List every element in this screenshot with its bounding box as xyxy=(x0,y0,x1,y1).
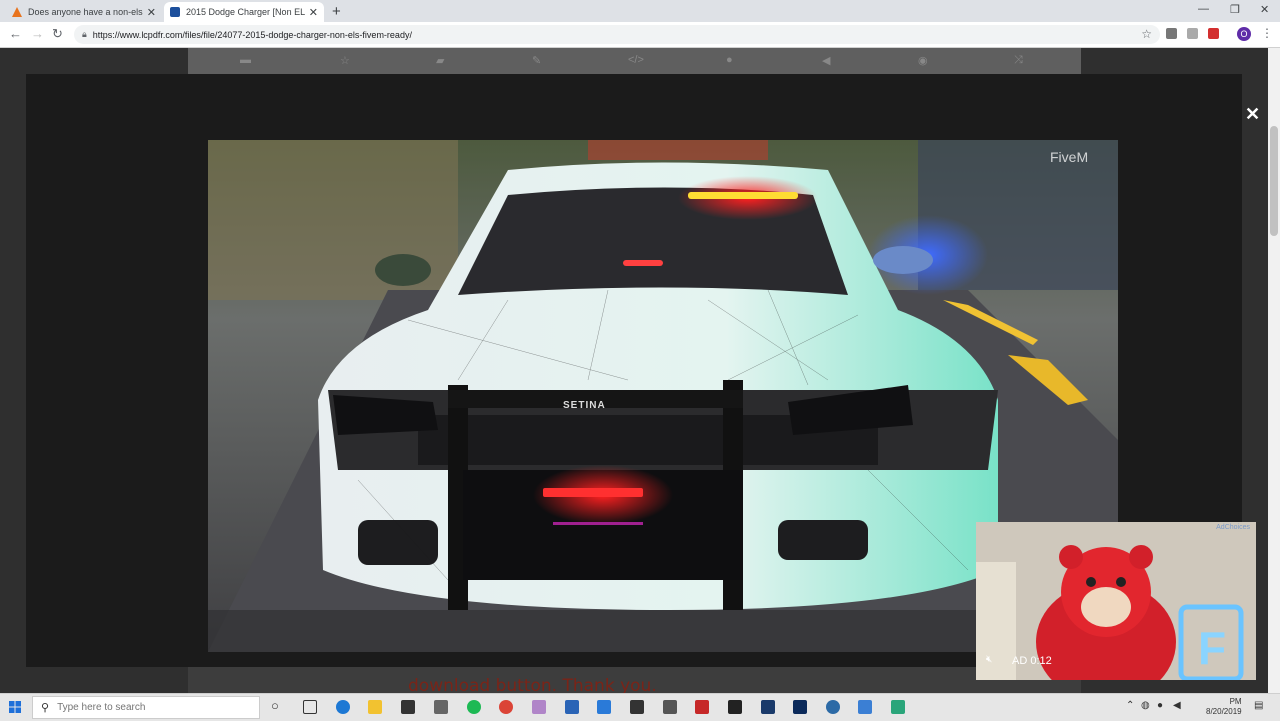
code-icon[interactable]: </> xyxy=(628,54,644,66)
tab-strip: Does anyone have a non-els pac ✕ 2015 Do… xyxy=(0,0,1280,22)
app-icon[interactable] xyxy=(891,700,905,714)
network-icon[interactable]: ◍ xyxy=(1141,700,1150,711)
app-icon[interactable] xyxy=(695,700,709,714)
extension-icon[interactable] xyxy=(1208,28,1219,39)
adchoices-link[interactable]: AdChoices xyxy=(1216,524,1250,531)
browser-toolbar: ← → ↻ 🔒︎ https://www.lcpdfr.com/files/fi… xyxy=(0,22,1280,48)
lock-icon: 🔒︎ xyxy=(82,29,87,39)
clock-time: PM xyxy=(1229,697,1242,706)
mute-icon[interactable]: 🔇︎ xyxy=(986,654,992,665)
extension-icon[interactable] xyxy=(1166,28,1177,39)
forum-favicon-icon xyxy=(12,7,22,17)
tab-lcpdfr[interactable]: 2015 Dodge Charger [Non ELS | ✕ xyxy=(164,2,324,22)
scroll-thumb[interactable] xyxy=(1270,126,1278,236)
menu-icon[interactable]: ⋮ xyxy=(1261,26,1273,40)
close-tab-icon[interactable]: ✕ xyxy=(147,6,156,19)
address-bar[interactable]: 🔒︎ https://www.lcpdfr.com/files/file/240… xyxy=(74,25,1160,44)
new-tab-icon[interactable]: + xyxy=(332,3,341,20)
chrome-icon[interactable] xyxy=(499,700,513,714)
speaker-icon[interactable]: ◀ xyxy=(822,54,830,67)
epic-icon[interactable] xyxy=(728,700,742,714)
car-icon[interactable]: ▰ xyxy=(436,54,444,67)
site-nav: ▬ ☆ ▰ ✎ </> ● ◀ ◉ ⤨ xyxy=(188,48,1081,74)
taskbar-search[interactable]: ⚲ xyxy=(32,696,260,719)
windows-taskbar: ⚲ ○ ⌃ ◍ ● ◀ PM 8/20/2019 ▤ xyxy=(0,693,1280,721)
page-scrollbar[interactable] xyxy=(1268,48,1280,693)
close-tab-icon[interactable]: ✕ xyxy=(309,6,318,19)
close-icon[interactable]: ✕ xyxy=(1245,104,1260,125)
nav-icon[interactable]: ▬ xyxy=(240,54,251,66)
ad-label: AD xyxy=(1012,655,1028,667)
restore-icon[interactable]: ❐ xyxy=(1230,3,1240,16)
push-bar-brand: SETINA xyxy=(563,400,606,411)
lcpdfr-favicon-icon xyxy=(170,7,180,17)
mail-icon[interactable] xyxy=(434,700,448,714)
url-text: https://www.lcpdfr.com/files/file/24077-… xyxy=(92,29,412,40)
file-explorer-icon[interactable] xyxy=(368,700,382,714)
search-input[interactable] xyxy=(55,701,240,714)
app-icon[interactable] xyxy=(761,700,775,714)
download-note: download button. Thank you. xyxy=(408,676,657,693)
eye-icon[interactable]: ◉ xyxy=(918,54,928,67)
fivem-watermark: FiveM xyxy=(1050,149,1089,165)
store-icon[interactable] xyxy=(401,700,415,714)
app-icon[interactable] xyxy=(826,700,840,714)
cortana-icon[interactable]: ○ xyxy=(271,698,279,713)
bookmark-star-icon[interactable]: ☆ xyxy=(1141,27,1152,41)
ad-timer: AD 0:12 xyxy=(1012,655,1052,667)
mic-icon[interactable]: ● xyxy=(726,54,733,66)
app-icon[interactable] xyxy=(630,700,644,714)
app-icon[interactable] xyxy=(597,700,611,714)
app-icon[interactable] xyxy=(532,700,546,714)
task-view-icon[interactable] xyxy=(303,700,317,714)
back-icon[interactable]: ← xyxy=(9,26,22,41)
clock-date: 8/20/2019 xyxy=(1206,707,1242,716)
minimize-icon[interactable]: — xyxy=(1198,3,1209,15)
web-page: ▬ ☆ ▰ ✎ </> ● ◀ ◉ ⤨ download button. Tha… xyxy=(0,48,1280,693)
tab-forum[interactable]: Does anyone have a non-els pac ✕ xyxy=(6,2,162,22)
spotify-icon[interactable] xyxy=(467,700,481,714)
tray-chevron-icon[interactable]: ⌃ xyxy=(1126,700,1134,711)
app-icon[interactable] xyxy=(565,700,579,714)
ad-time: 0:12 xyxy=(1030,655,1052,667)
app-icon[interactable] xyxy=(663,700,677,714)
search-icon: ⚲ xyxy=(41,702,50,714)
reload-icon[interactable]: ↻ xyxy=(52,26,63,42)
forward-icon[interactable]: → xyxy=(31,26,44,41)
tab-label: 2015 Dodge Charger [Non ELS | xyxy=(186,7,305,17)
svg-text:F: F xyxy=(1198,622,1226,674)
notifications-icon[interactable]: ▤ xyxy=(1254,700,1263,711)
windows-start-icon[interactable] xyxy=(9,701,21,713)
shuffle-icon[interactable]: ⤨ xyxy=(1014,54,1023,67)
extension-icon[interactable] xyxy=(1187,28,1198,39)
tab-label: Does anyone have a non-els pac xyxy=(28,7,143,17)
profile-avatar[interactable]: O xyxy=(1237,27,1251,41)
star-icon[interactable]: ☆ xyxy=(340,54,350,67)
volume-icon[interactable]: ◀ xyxy=(1173,700,1181,711)
brush-icon[interactable]: ✎ xyxy=(532,54,541,67)
video-ad[interactable]: F AdChoices 🔇︎ AD 0:12 xyxy=(976,522,1256,680)
close-window-icon[interactable]: ✕ xyxy=(1260,3,1269,16)
app-icon[interactable] xyxy=(858,700,872,714)
taskbar-clock[interactable]: PM 8/20/2019 xyxy=(1206,697,1242,717)
edge-icon[interactable] xyxy=(336,700,350,714)
mic-icon[interactable]: ● xyxy=(1157,700,1163,711)
photoshop-icon[interactable] xyxy=(793,700,807,714)
